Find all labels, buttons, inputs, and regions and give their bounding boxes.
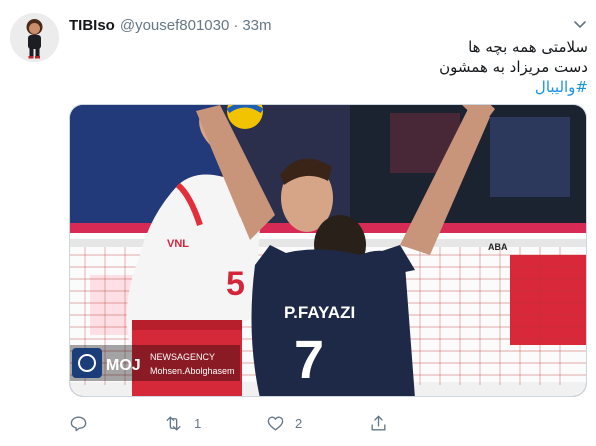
- more-options-chevron-down-icon[interactable]: [571, 15, 589, 33]
- watermark: MOJ NEWSAGENCY Mohsen.Abolghasem: [70, 345, 240, 381]
- like-count: 2: [295, 415, 303, 431]
- retweet-icon: [166, 415, 181, 431]
- tweet-media-photo[interactable]: ABA VNL 5 P.FAYAZI 7 MOJ NEWSAGENCY Mohs…: [69, 104, 587, 397]
- jersey-name: P.FAYAZI: [284, 303, 355, 322]
- volleyball-photo-icon: ABA VNL 5 P.FAYAZI 7 MOJ NEWSAGENCY Mohs…: [70, 105, 586, 396]
- display-name[interactable]: TIBIso: [69, 17, 115, 34]
- watermark-brand: MOJ: [106, 357, 141, 374]
- tweet-text-line-1: سلامتی همه بچه ها: [468, 38, 588, 56]
- ad-text: ABA: [488, 242, 508, 252]
- share-button[interactable]: [369, 414, 388, 433]
- hashtag-link[interactable]: #والیبال: [439, 77, 588, 97]
- tweet-actions: 1 2: [69, 412, 489, 434]
- avatar-photo-icon: [10, 13, 59, 62]
- retweet-count: 1: [194, 415, 202, 431]
- watermark-credit: Mohsen.Abolghasem: [150, 366, 235, 376]
- tweet[interactable]: TIBIso @yousef801030 · 33m سلامتی همه بچ…: [0, 0, 596, 446]
- heart-icon: [267, 415, 284, 431]
- like-button[interactable]: 2: [266, 414, 302, 433]
- opponent-logo: VNL: [167, 238, 189, 250]
- separator-dot: ·: [233, 16, 239, 34]
- avatar[interactable]: [10, 13, 59, 62]
- tweet-text: سلامتی همه بچه ها دست مریزاد به همشون #و…: [439, 37, 588, 97]
- retweet-button[interactable]: 1: [163, 414, 201, 433]
- watermark-agency: NEWSAGENCY: [150, 352, 215, 362]
- timestamp[interactable]: 33m: [242, 17, 271, 34]
- opponent-number: 5: [226, 265, 245, 303]
- reply-icon: [70, 415, 87, 431]
- jersey-number: 7: [294, 330, 324, 390]
- share-icon: [371, 415, 386, 431]
- reply-button[interactable]: [69, 414, 98, 433]
- tweet-text-line-2: دست مریزاد به همشون: [439, 58, 588, 76]
- tweet-header: TIBIso @yousef801030 · 33m: [69, 15, 272, 35]
- user-handle[interactable]: @yousef801030: [120, 17, 229, 34]
